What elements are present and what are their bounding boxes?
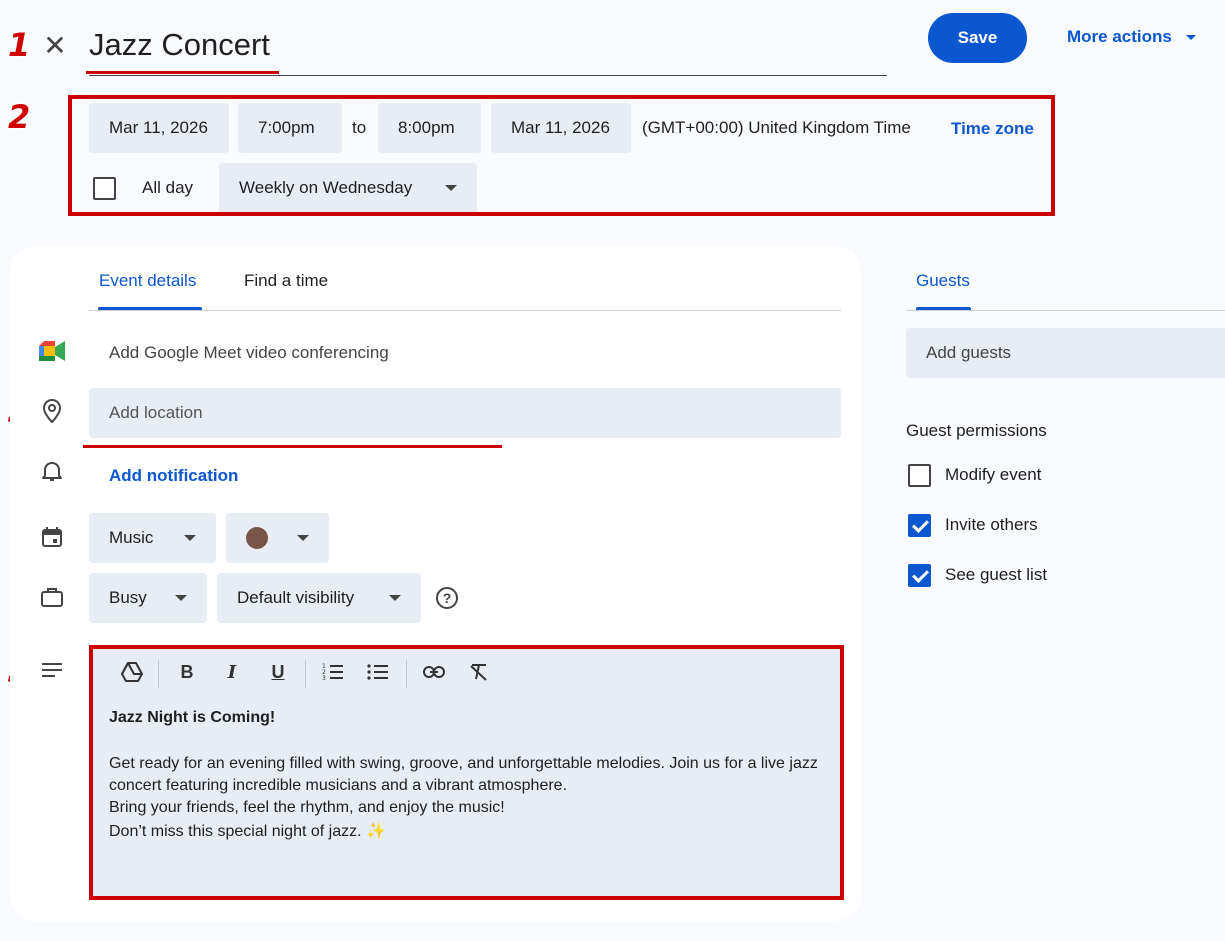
see-guest-list-label: See guest list — [945, 565, 1048, 584]
description-line-3: Don’t miss this special night of jazz. ✨ — [109, 823, 386, 840]
chevron-down-icon — [445, 185, 457, 191]
guest-permissions-title: Guest permissions — [906, 421, 1047, 440]
start-date-button[interactable]: Mar 11, 2026 — [89, 103, 229, 153]
start-time-button[interactable]: 7:00pm — [238, 103, 342, 153]
all-day-label: All day — [142, 178, 194, 197]
chevron-down-icon — [1185, 34, 1196, 40]
location-pin-icon — [40, 398, 64, 424]
add-meet-button[interactable]: Add Google Meet video conferencing — [109, 343, 389, 363]
color-swatch — [246, 527, 268, 549]
add-guests-placeholder: Add guests — [926, 343, 1012, 362]
location-input[interactable]: Add location — [89, 388, 841, 438]
tab-guests[interactable]: Guests — [916, 271, 970, 291]
end-date-button[interactable]: Mar 11, 2026 — [491, 103, 631, 153]
save-button[interactable]: Save — [928, 13, 1027, 63]
more-actions-button[interactable]: More actions — [1067, 24, 1196, 50]
modify-event-label: Modify event — [945, 465, 1042, 484]
description-heading: Jazz Night is Coming! — [109, 709, 276, 726]
calendar-icon — [40, 524, 64, 550]
bulleted-list-icon[interactable] — [362, 658, 394, 686]
end-time-text: 8:00pm — [398, 118, 455, 137]
annotation-underline-title — [86, 71, 279, 74]
toolbar-divider — [406, 660, 407, 688]
invite-others-checkbox[interactable] — [908, 514, 931, 537]
tab-find-time[interactable]: Find a time — [244, 271, 328, 291]
event-color-dropdown[interactable] — [226, 513, 329, 563]
toolbar-divider — [305, 660, 306, 688]
bold-icon[interactable]: B — [171, 658, 203, 686]
save-button-label: Save — [957, 28, 998, 47]
availability-text: Busy — [109, 588, 147, 607]
location-placeholder: Add location — [109, 403, 203, 422]
add-notification-button[interactable]: Add notification — [109, 466, 238, 486]
recurrence-dropdown[interactable]: Weekly on Wednesday — [219, 163, 477, 213]
toolbar-divider — [158, 660, 159, 688]
calendar-dropdown-text: Music — [109, 528, 154, 547]
start-date-text: Mar 11, 2026 — [109, 118, 208, 137]
add-guests-input[interactable]: Add guests — [906, 328, 1225, 378]
link-icon[interactable] — [418, 658, 450, 686]
visibility-text: Default visibility — [237, 588, 355, 607]
description-line-2: Bring your friends, feel the rhythm, and… — [109, 799, 505, 816]
tab-event-details[interactable]: Event details — [99, 271, 196, 291]
bell-icon — [40, 458, 64, 484]
calendar-dropdown[interactable]: Music — [89, 513, 216, 563]
svg-text:3: 3 — [322, 675, 326, 681]
modify-event-checkbox[interactable] — [908, 464, 931, 487]
more-actions-label: More actions — [1067, 27, 1172, 46]
start-time-text: 7:00pm — [258, 118, 315, 137]
availability-dropdown[interactable]: Busy — [89, 573, 207, 623]
tabs-divider — [89, 310, 841, 311]
all-day-checkbox[interactable] — [93, 177, 116, 200]
event-title-text: Jazz Concert — [89, 27, 270, 62]
chevron-down-icon — [297, 535, 309, 541]
see-guest-list-checkbox[interactable] — [908, 564, 931, 587]
description-paragraph: Get ready for an evening filled with swi… — [109, 755, 818, 794]
chevron-down-icon — [184, 535, 196, 541]
underline-icon[interactable]: U — [262, 658, 294, 686]
annotation-marker-1: 1 — [8, 26, 31, 64]
close-icon[interactable]: ✕ — [40, 30, 70, 61]
annotation-underline-location — [83, 445, 502, 448]
chevron-down-icon — [175, 595, 187, 601]
timezone-text: (GMT+00:00) United Kingdom Time — [642, 118, 911, 137]
description-icon — [40, 660, 64, 680]
google-meet-icon — [39, 340, 65, 362]
end-time-button[interactable]: 8:00pm — [378, 103, 481, 153]
google-drive-icon[interactable] — [116, 658, 148, 686]
chevron-down-icon — [389, 595, 401, 601]
clear-formatting-icon[interactable] — [463, 658, 495, 686]
recurrence-text: Weekly on Wednesday — [239, 178, 413, 197]
tab-event-details-label: Event details — [99, 271, 197, 290]
tab-guests-label: Guests — [916, 271, 970, 290]
help-icon[interactable]: ? — [436, 587, 458, 609]
end-date-text: Mar 11, 2026 — [511, 118, 610, 137]
briefcase-icon — [40, 584, 64, 610]
italic-icon[interactable]: I — [216, 658, 248, 686]
visibility-dropdown[interactable]: Default visibility — [217, 573, 421, 623]
to-label: to — [352, 118, 367, 137]
numbered-list-icon[interactable]: 123 — [317, 658, 349, 686]
annotation-marker-2: 2 — [8, 98, 31, 136]
tab-find-time-label: Find a time — [244, 271, 329, 290]
timezone-link[interactable]: Time zone — [951, 119, 1034, 139]
guests-divider — [906, 310, 1225, 311]
invite-others-label: Invite others — [945, 515, 1038, 534]
event-title-input[interactable]: Jazz Concert — [89, 24, 887, 76]
